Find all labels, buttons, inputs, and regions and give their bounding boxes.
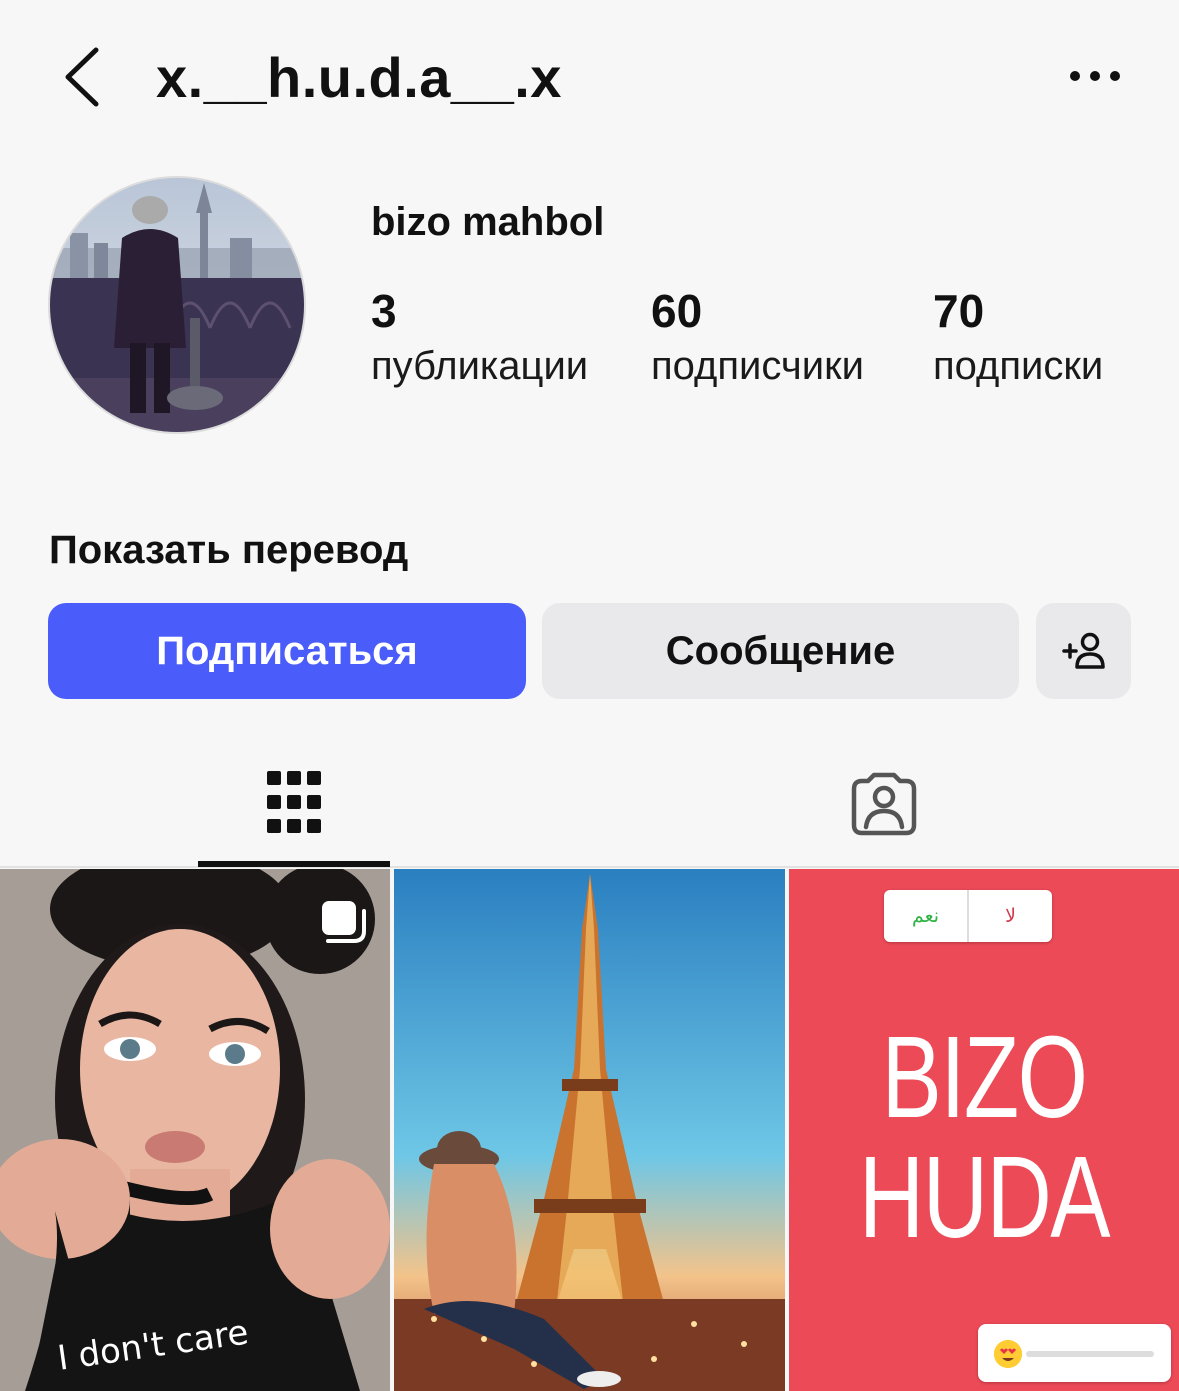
slider-track xyxy=(1026,1351,1154,1357)
profile-page: x.__h.u.d.a__.x bizo mahbol 3 публикации… xyxy=(0,0,1179,1391)
post-1-photo xyxy=(0,869,390,1391)
emoji-slider-sticker xyxy=(978,1324,1171,1382)
top-bar: x.__h.u.d.a__.x xyxy=(0,0,1179,150)
posts-grid: I don't care نعم لا BIZO HUDA xyxy=(0,869,1179,1391)
avatar-photo xyxy=(50,178,304,432)
post-thumbnail-3[interactable]: نعم لا BIZO HUDA xyxy=(789,869,1179,1391)
following-count: 70 xyxy=(933,285,985,337)
post-thumbnail-1[interactable]: I don't care xyxy=(0,869,390,1391)
grid-icon xyxy=(267,771,321,833)
followers-count: 60 xyxy=(651,285,703,337)
tab-posts-grid[interactable] xyxy=(198,738,390,868)
following-label: подписки xyxy=(933,344,1104,388)
followers-label: подписчики xyxy=(651,344,864,388)
more-horizontal-icon xyxy=(1070,71,1120,81)
suggest-users-button[interactable] xyxy=(1036,603,1131,699)
message-button[interactable]: Сообщение xyxy=(542,603,1019,699)
avatar[interactable] xyxy=(48,176,306,434)
active-tab-indicator xyxy=(198,861,390,867)
add-person-icon xyxy=(1061,632,1105,669)
following-stat[interactable]: 70 подписки xyxy=(933,282,1103,392)
heart-eyes-emoji-icon xyxy=(994,1340,1022,1368)
tagged-person-icon xyxy=(851,772,917,836)
poll-option-yes: نعم xyxy=(884,890,969,942)
poll-sticker: نعم لا xyxy=(884,890,1052,942)
post-2-photo xyxy=(394,869,785,1391)
poll-option-no: لا xyxy=(1005,905,1016,927)
followers-stat[interactable]: 60 подписчики xyxy=(651,282,864,392)
display-name: bizo mahbol xyxy=(371,200,605,244)
follow-button[interactable]: Подписаться xyxy=(48,603,526,699)
back-button[interactable] xyxy=(58,44,108,110)
carousel-icon xyxy=(322,901,366,943)
profile-username: x.__h.u.d.a__.x xyxy=(156,46,562,109)
show-translation-link[interactable]: Показать перевод xyxy=(49,524,408,576)
profile-tabs xyxy=(0,738,1179,868)
posts-stat[interactable]: 3 публикации xyxy=(371,282,588,392)
posts-label: публикации xyxy=(371,344,589,388)
post-3-text-line2: HUDA xyxy=(858,1132,1111,1262)
posts-count: 3 xyxy=(371,285,397,337)
post-thumbnail-2[interactable] xyxy=(394,869,785,1391)
more-options-button[interactable] xyxy=(1066,60,1126,92)
post-3-text-line1: BIZO xyxy=(881,1012,1088,1142)
chevron-left-icon xyxy=(65,47,99,107)
tab-tagged[interactable] xyxy=(788,738,980,868)
